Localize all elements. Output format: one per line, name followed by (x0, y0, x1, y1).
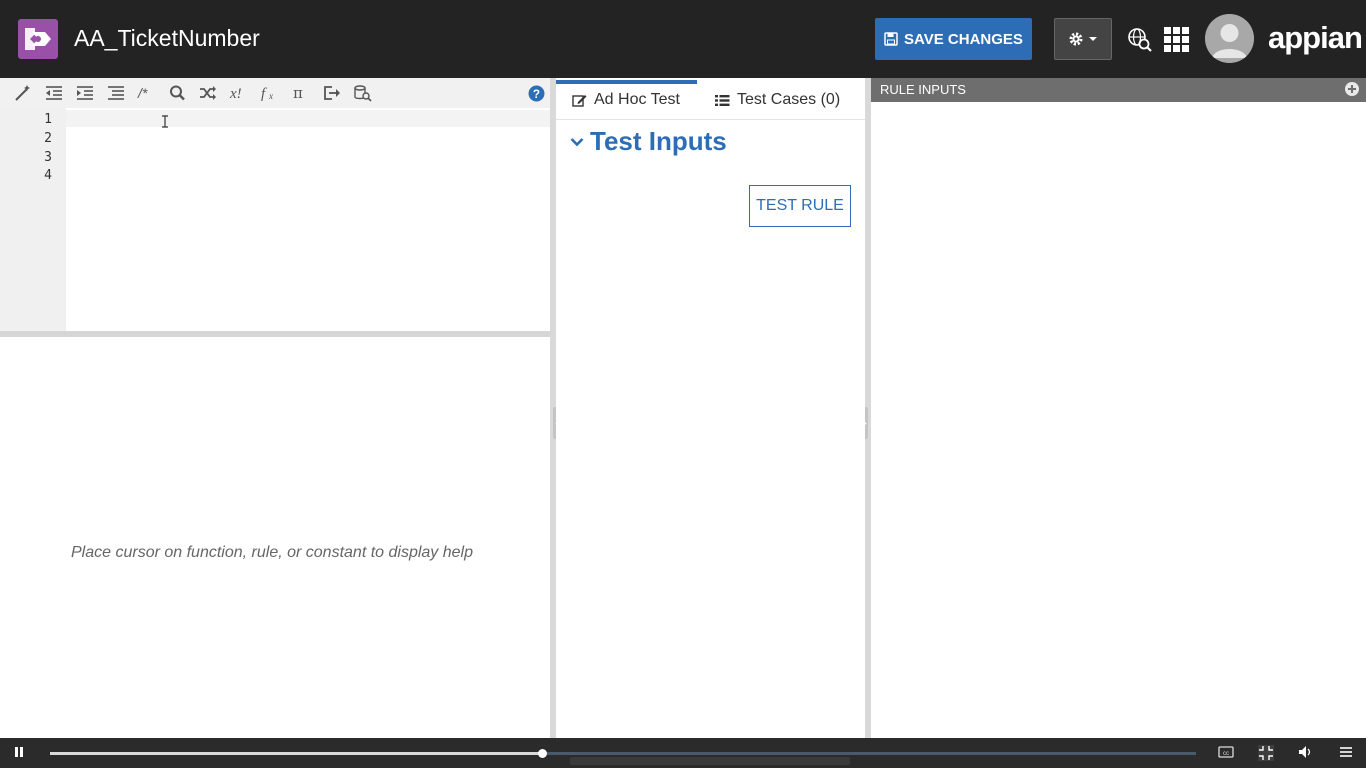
volume-icon[interactable] (1298, 745, 1314, 759)
factorial-icon[interactable]: x! (229, 84, 249, 102)
save-icon (884, 32, 898, 46)
tab-ad-hoc-test[interactable]: Ad Hoc Test (572, 80, 680, 120)
function-icon[interactable]: fx (260, 84, 280, 102)
globe-search-icon[interactable] (1127, 27, 1153, 53)
edit-icon (572, 95, 587, 107)
line-number: 1 (44, 112, 52, 127)
line-number: 2 (44, 131, 52, 146)
pi-constant-icon[interactable]: π (291, 84, 311, 102)
svg-text:x: x (268, 91, 273, 101)
horizontal-scrollbar[interactable] (570, 757, 850, 765)
chevron-down-icon (570, 137, 584, 146)
shuffle-icon[interactable] (198, 84, 218, 102)
help-panel (0, 337, 550, 738)
line-number: 4 (44, 168, 52, 183)
rule-inputs-panel (871, 78, 1366, 738)
data-search-icon[interactable] (353, 84, 373, 102)
tab-test-cases[interactable]: Test Cases (0) (715, 80, 840, 120)
list-format-icon[interactable] (106, 84, 126, 102)
test-inputs-section-header[interactable]: Test Inputs (570, 126, 727, 157)
outdent-icon[interactable] (44, 84, 64, 102)
tab-label: Ad Hoc Test (594, 91, 680, 108)
test-panel (556, 78, 865, 738)
add-rule-input-icon[interactable] (1344, 81, 1360, 97)
app-logo[interactable] (18, 19, 58, 59)
save-changes-button[interactable]: SAVE CHANGES (875, 18, 1032, 60)
app-launcher-icon[interactable] (1164, 27, 1189, 52)
expression-editor[interactable] (0, 108, 550, 331)
line-number: 3 (44, 150, 52, 165)
appian-logo: appian (1268, 20, 1363, 55)
menu-icon[interactable] (1339, 745, 1353, 759)
magic-wand-icon[interactable] (13, 84, 33, 102)
indent-icon[interactable] (75, 84, 95, 102)
chevron-down-icon (1089, 37, 1097, 41)
progress-fill (50, 752, 543, 755)
active-line-highlight (66, 110, 550, 127)
rule-inputs-title: RULE INPUTS (880, 82, 966, 97)
comment-icon[interactable]: /* (137, 84, 157, 102)
svg-text:π: π (293, 84, 303, 102)
text-cursor-icon (162, 115, 168, 128)
section-title: Test Inputs (590, 126, 727, 156)
search-icon[interactable] (168, 84, 188, 102)
rule-title: AA_TicketNumber (74, 25, 260, 51)
user-avatar[interactable] (1205, 14, 1254, 63)
export-icon[interactable] (322, 84, 342, 102)
svg-text:f: f (261, 86, 267, 102)
list-icon (715, 94, 730, 106)
pause-icon[interactable] (13, 745, 25, 759)
help-icon[interactable]: ? (528, 85, 545, 102)
test-rule-button[interactable]: TEST RULE (749, 185, 851, 227)
captions-icon[interactable]: cc (1218, 745, 1234, 759)
help-placeholder-text: Place cursor on function, rule, or const… (71, 544, 473, 561)
svg-text:x!: x! (229, 86, 242, 102)
gear-icon (1069, 32, 1083, 46)
save-changes-label: SAVE CHANGES (904, 30, 1023, 48)
svg-text:cc: cc (1223, 751, 1229, 757)
tab-label: Test Cases (0) (737, 91, 841, 108)
svg-text:/*: /* (137, 85, 148, 101)
svg-text:?: ? (533, 88, 540, 101)
settings-menu-button[interactable] (1054, 18, 1112, 60)
exit-fullscreen-icon[interactable] (1258, 745, 1274, 761)
